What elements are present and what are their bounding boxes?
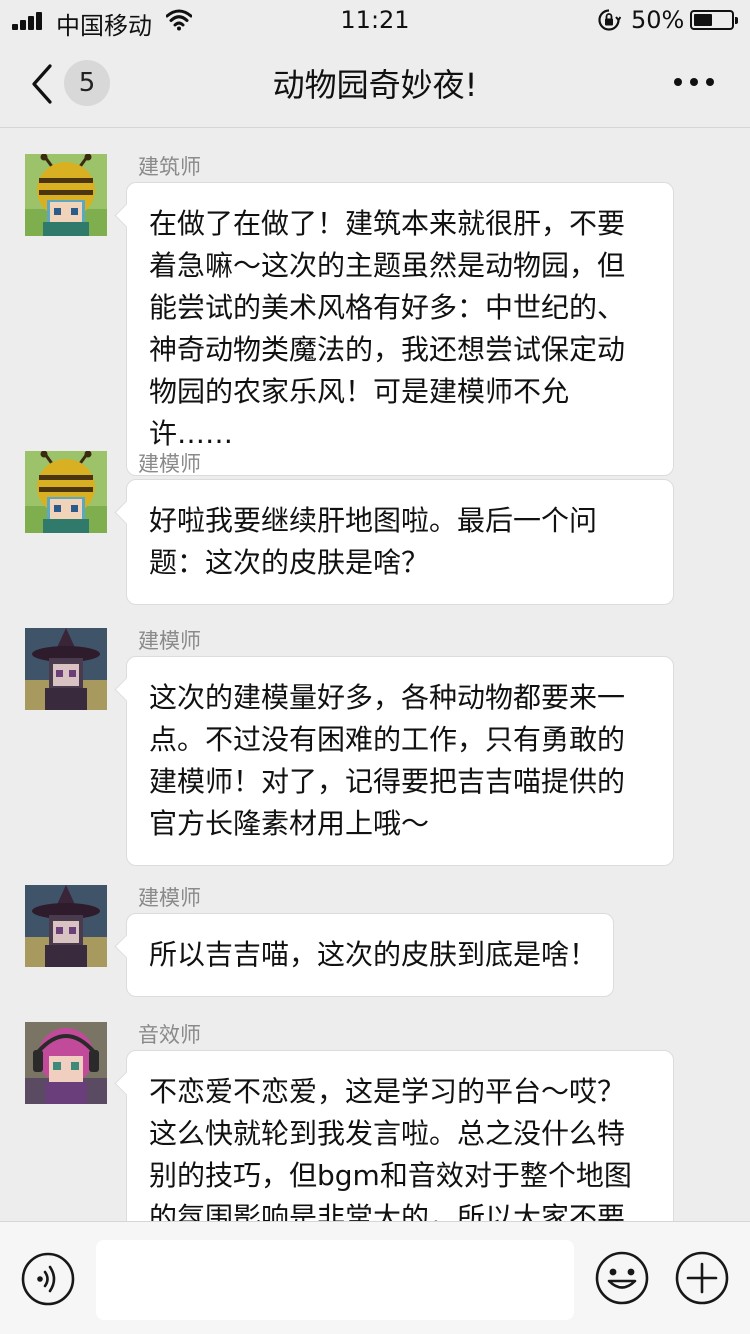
bee-helmet-avatar[interactable] xyxy=(25,154,107,236)
orientation-lock-icon xyxy=(598,9,621,31)
status-bar: 中国移动 11:21 50% xyxy=(0,0,750,40)
sender-name: 建模师 xyxy=(138,886,201,910)
sender-name: 音效师 xyxy=(138,1023,201,1047)
message-bubble[interactable]: 不恋爱不恋爱，这是学习的平台～哎？这么快就轮到我发言啦。总之没什么特别的技巧，但… xyxy=(126,1050,674,1221)
battery-percent: 50% xyxy=(631,6,685,34)
message-input[interactable] xyxy=(96,1240,574,1320)
plus-icon[interactable] xyxy=(674,1250,730,1306)
message-bubble[interactable]: 好啦我要继续肝地图啦。最后一个问题：这次的皮肤是啥？ xyxy=(126,479,674,605)
headphones-avatar[interactable] xyxy=(25,1022,107,1104)
bee-helmet-avatar[interactable] xyxy=(25,451,107,533)
message-list[interactable]: 建筑师 在做了在做了！建筑本来就很肝，不要着急嘛～这次的主题虽然是动物园，但能尝… xyxy=(0,129,750,1221)
chat-title: 动物园奇妙夜! xyxy=(272,66,478,104)
witch-hat-avatar[interactable] xyxy=(25,885,107,967)
sender-name: 建筑师 xyxy=(138,155,201,179)
input-bar xyxy=(0,1221,750,1334)
more-dots-icon[interactable] xyxy=(674,78,714,88)
chat-screen: 中国移动 11:21 50% 5 动物园奇妙夜! 建筑师 在做了在做了！建筑本来… xyxy=(0,0,750,1334)
sender-name: 建模师 xyxy=(138,452,201,476)
sender-name: 建模师 xyxy=(138,629,201,653)
message-bubble[interactable]: 这次的建模量好多，各种动物都要来一点。不过没有困难的工作，只有勇敢的建模师！对了… xyxy=(126,656,674,866)
message-bubble[interactable]: 所以吉吉喵，这次的皮肤到底是啥！ xyxy=(126,913,614,997)
nav-bar: 5 动物园奇妙夜! xyxy=(0,40,750,128)
message-bubble[interactable]: 在做了在做了！建筑本来就很肝，不要着急嘛～这次的主题虽然是动物园，但能尝试的美术… xyxy=(126,182,674,476)
battery-icon xyxy=(690,10,738,30)
emoji-icon[interactable] xyxy=(594,1250,650,1306)
voice-icon[interactable] xyxy=(21,1252,75,1306)
witch-hat-avatar[interactable] xyxy=(25,628,107,710)
